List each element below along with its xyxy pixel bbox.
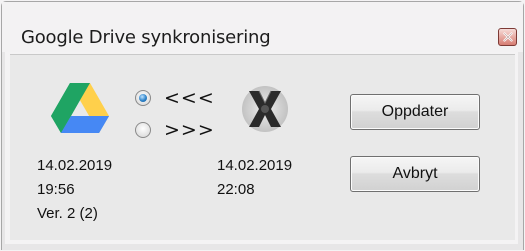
local-time: 19:56 [37,181,75,198]
remote-info: 14.02.2019 22:08 [217,154,292,202]
title-bar[interactable]: Google Drive synkronisering [2,2,523,52]
x-logo-icon [242,86,288,132]
window-border-bottom [2,244,523,250]
sync-direction-download[interactable]: <<< [135,87,215,109]
sync-direction-upload[interactable]: >>> [135,119,215,141]
close-button[interactable] [498,28,517,46]
radio-download[interactable] [135,90,151,106]
radio-upload-label[interactable]: >>> [164,119,215,141]
radio-upload[interactable] [135,122,151,138]
google-drive-icon [51,83,109,133]
local-info: 14.02.2019 19:56 Ver. 2 (2) [37,154,112,226]
remote-date: 14.02.2019 [217,157,293,174]
dialog-content: <<< >>> 14.02.2019 19:56 Ver. 2 (2) 14.0… [10,54,515,240]
cancel-button[interactable]: Avbryt [350,156,480,192]
close-icon [502,32,513,42]
dialog-window: Google Drive synkronisering <<< >>> 14.0… [0,0,525,251]
local-version: Ver. 2 (2) [37,205,98,222]
window-title: Google Drive synkronisering [21,27,271,48]
update-button[interactable]: Oppdater [350,94,480,130]
local-date: 14.02.2019 [37,157,113,174]
remote-time: 22:08 [217,181,255,198]
radio-download-label[interactable]: <<< [164,87,215,109]
